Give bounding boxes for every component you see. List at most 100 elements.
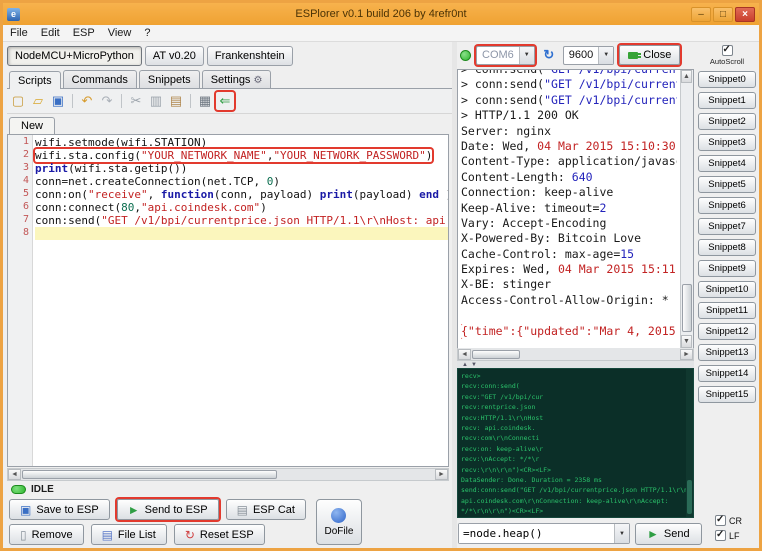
file-list-button[interactable]: ▤File List: [91, 524, 167, 545]
terminal-line: > conn:send("GET /v1/bpi/currentpri: [461, 93, 677, 108]
send-to-esp-button[interactable]: ►Send to ESP: [117, 499, 219, 520]
snippet-button-8[interactable]: Snippet8: [698, 239, 756, 256]
esplorer-window: e ESPlorer v0.1 build 206 by 4refr0nt – …: [0, 0, 762, 551]
esp-buttons-row2: ▯Remove ▤File List ↻Reset ESP: [9, 524, 306, 545]
toolbar-separator: [121, 94, 122, 108]
tab-label: Settings: [211, 74, 251, 86]
snippet-button-2[interactable]: Snippet2: [698, 113, 756, 130]
collapse-down-icon[interactable]: ▼: [471, 362, 477, 368]
menu-esp[interactable]: ESP: [73, 27, 95, 39]
copy-icon[interactable]: ▥: [147, 92, 165, 110]
dofile-icon: [331, 508, 346, 523]
code-line: conn:send("GET /v1/bpi/currentprice.json…: [35, 214, 448, 227]
reset-esp-button[interactable]: ↻Reset ESP: [174, 524, 265, 545]
terminal-splitter[interactable]: ▲ ▼: [457, 361, 694, 368]
console-line: api.coindesk.com\r\nConnection: keep-ali…: [461, 496, 683, 506]
editor-code[interactable]: wifi.setmode(wifi.STATION)wifi.sta.confi…: [33, 135, 448, 466]
tab-scripts[interactable]: Scripts: [9, 71, 61, 89]
autoscroll-label: AutoScroll: [710, 57, 744, 66]
send-line-icon[interactable]: ⇐: [216, 92, 234, 110]
dofile-button[interactable]: DoFile: [316, 499, 362, 545]
console-line: recv:com\r\nConnecti: [461, 433, 683, 443]
code-line: print(wifi.sta.getip()): [35, 162, 448, 175]
send-button[interactable]: ► Send: [635, 523, 702, 545]
scrollbar-thumb[interactable]: [682, 284, 692, 332]
snippet-button-7[interactable]: Snippet7: [698, 218, 756, 235]
snippet-button-9[interactable]: Snippet9: [698, 260, 756, 277]
close-window-button[interactable]: ×: [735, 7, 755, 22]
paste-icon[interactable]: ▤: [167, 92, 185, 110]
terminal-output[interactable]: > conn:send("GET /v1/bpi/currentpri> con…: [458, 70, 680, 348]
menu-view[interactable]: View: [108, 27, 132, 39]
snippet-button-15[interactable]: Snippet15: [698, 386, 756, 403]
scrollbar-thumb[interactable]: [22, 470, 277, 479]
autoscroll-checkbox[interactable]: [722, 45, 733, 56]
snippet-button-5[interactable]: Snippet5: [698, 176, 756, 193]
terminal-panel: COM6 ▼ ↻ 9600 ▼ Close > conn:send("GET /…: [457, 42, 695, 548]
cr-checkbox[interactable]: [715, 515, 726, 526]
menu-edit[interactable]: Edit: [41, 27, 60, 39]
main-tabs: NodeMCU+MicroPythonAT v0.20Frankenshtein: [7, 44, 452, 69]
console-line: recv>: [461, 371, 683, 381]
tab-settings[interactable]: Settings⚙: [202, 70, 272, 88]
scroll-left-icon[interactable]: ◄: [8, 469, 21, 480]
tab-commands[interactable]: Commands: [63, 70, 137, 88]
snippet-button-0[interactable]: Snippet0: [698, 71, 756, 88]
scroll-down-icon[interactable]: ▼: [681, 335, 692, 348]
console-output[interactable]: recv>recv:conn:send(recv:"GET /v1/bpi/cu…: [457, 368, 694, 518]
refresh-ports-icon[interactable]: ↻: [540, 46, 558, 64]
scroll-left-icon[interactable]: ◄: [458, 349, 471, 360]
cut-icon[interactable]: ✂: [127, 92, 145, 110]
collapse-up-icon[interactable]: ▲: [462, 362, 468, 368]
console-scrollbar: [686, 369, 693, 517]
scroll-right-icon[interactable]: ►: [435, 469, 448, 480]
snippet-button-1[interactable]: Snippet1: [698, 92, 756, 109]
minimize-button[interactable]: –: [691, 7, 711, 22]
terminal-line: Keep-Alive: timeout=2: [461, 201, 677, 216]
com-port-select[interactable]: COM6 ▼: [476, 46, 535, 65]
lf-checkbox[interactable]: [715, 530, 726, 541]
editor-status-bar: IDLE: [7, 481, 452, 497]
snippet-button-11[interactable]: Snippet11: [698, 302, 756, 319]
new-file-icon[interactable]: ▢: [9, 92, 27, 110]
scrollbar-thumb[interactable]: [472, 350, 520, 359]
snippet-button-3[interactable]: Snippet3: [698, 134, 756, 151]
tab-at-v0-20[interactable]: AT v0.20: [145, 46, 204, 66]
save-file-icon[interactable]: ▣: [49, 92, 67, 110]
plug-icon: [628, 52, 638, 59]
toolbar-separator: [190, 94, 191, 108]
tab-nodemcu-micropython[interactable]: NodeMCU+MicroPython: [7, 46, 142, 66]
select-all-icon[interactable]: ▦: [196, 92, 214, 110]
tab-snippets[interactable]: Snippets: [139, 70, 200, 88]
close-port-button[interactable]: Close: [619, 45, 680, 65]
remove-button[interactable]: ▯Remove: [9, 524, 84, 545]
snippet-button-12[interactable]: Snippet12: [698, 323, 756, 340]
open-file-icon[interactable]: ▱: [29, 92, 47, 110]
snippet-button-4[interactable]: Snippet4: [698, 155, 756, 172]
redo-icon[interactable]: ↷: [98, 92, 116, 110]
command-input[interactable]: [459, 524, 614, 543]
undo-icon[interactable]: ↶: [78, 92, 96, 110]
snippet-button-10[interactable]: Snippet10: [698, 281, 756, 298]
dofile-label: DoFile: [325, 526, 354, 537]
tab-new[interactable]: New: [9, 117, 55, 134]
terminal-line: > conn:send("GET /v1/bpi/currentpri: [461, 77, 677, 92]
maximize-button[interactable]: □: [713, 7, 733, 22]
menu-help[interactable]: ?: [144, 27, 150, 39]
tab-label: Commands: [72, 74, 128, 86]
snippet-button-6[interactable]: Snippet6: [698, 197, 756, 214]
tab-frankenshtein[interactable]: Frankenshtein: [207, 46, 293, 66]
scrollbar-thumb[interactable]: [687, 480, 692, 514]
baud-rate-select[interactable]: 9600 ▼: [563, 46, 614, 65]
esp-cat-button[interactable]: ▤ESP Cat: [226, 499, 306, 520]
chevron-down-icon[interactable]: ▼: [614, 524, 629, 543]
snippet-button-14[interactable]: Snippet14: [698, 365, 756, 382]
menu-file[interactable]: File: [10, 27, 28, 39]
scroll-up-icon[interactable]: ▲: [681, 70, 692, 83]
save-to-esp-button[interactable]: ▣Save to ESP: [9, 499, 110, 520]
snippet-button-13[interactable]: Snippet13: [698, 344, 756, 361]
chevron-down-icon: ▼: [519, 47, 534, 64]
editor-toolbar: ▢▱▣ ↶↷ ✂▥▤ ▦⇐: [7, 89, 452, 114]
connection-status-icon: [460, 50, 471, 61]
scroll-right-icon[interactable]: ►: [680, 349, 693, 360]
